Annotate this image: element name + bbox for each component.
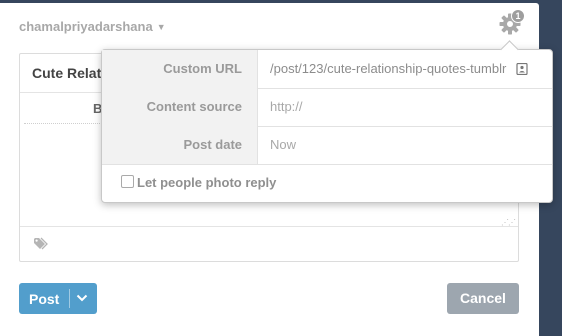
chevron-down-icon[interactable] [76, 293, 88, 303]
post-settings-popover: Custom URL /post/123/cute-relationship-q… [101, 40, 553, 203]
content-source-row: Content source http:// [102, 88, 552, 127]
content-source-input[interactable]: http:// [270, 88, 303, 126]
tag-icon[interactable] [33, 236, 49, 250]
chevron-down-icon: ▼ [156, 22, 166, 32]
post-date-input[interactable]: Now [270, 126, 296, 164]
blog-selector[interactable]: chamalpriyadarshana ▼ [19, 19, 166, 34]
post-date-row: Post date Now [102, 126, 552, 165]
photo-reply-label: Let people photo reply [137, 175, 277, 190]
cancel-button[interactable]: Cancel [447, 283, 519, 314]
post-button-label: Post [29, 291, 60, 307]
photo-reply-checkbox[interactable] [121, 175, 134, 188]
divider [69, 289, 70, 308]
post-title-field[interactable]: Cute Relat [32, 65, 101, 81]
photo-reply-option[interactable]: Let people photo reply [121, 175, 276, 190]
post-date-label: Post date [102, 126, 258, 164]
blog-name-label: chamalpriyadarshana [19, 19, 153, 34]
id-card-icon[interactable] [516, 63, 528, 75]
custom-url-input[interactable]: /post/123/cute-relationship-quotes-tumbl… [270, 50, 506, 88]
notification-badge: 1 [511, 9, 525, 23]
custom-url-row: Custom URL /post/123/cute-relationship-q… [102, 50, 552, 89]
post-button[interactable]: Post [19, 283, 97, 314]
custom-url-label: Custom URL [102, 50, 258, 88]
content-source-label: Content source [102, 88, 258, 126]
divider [20, 226, 518, 227]
